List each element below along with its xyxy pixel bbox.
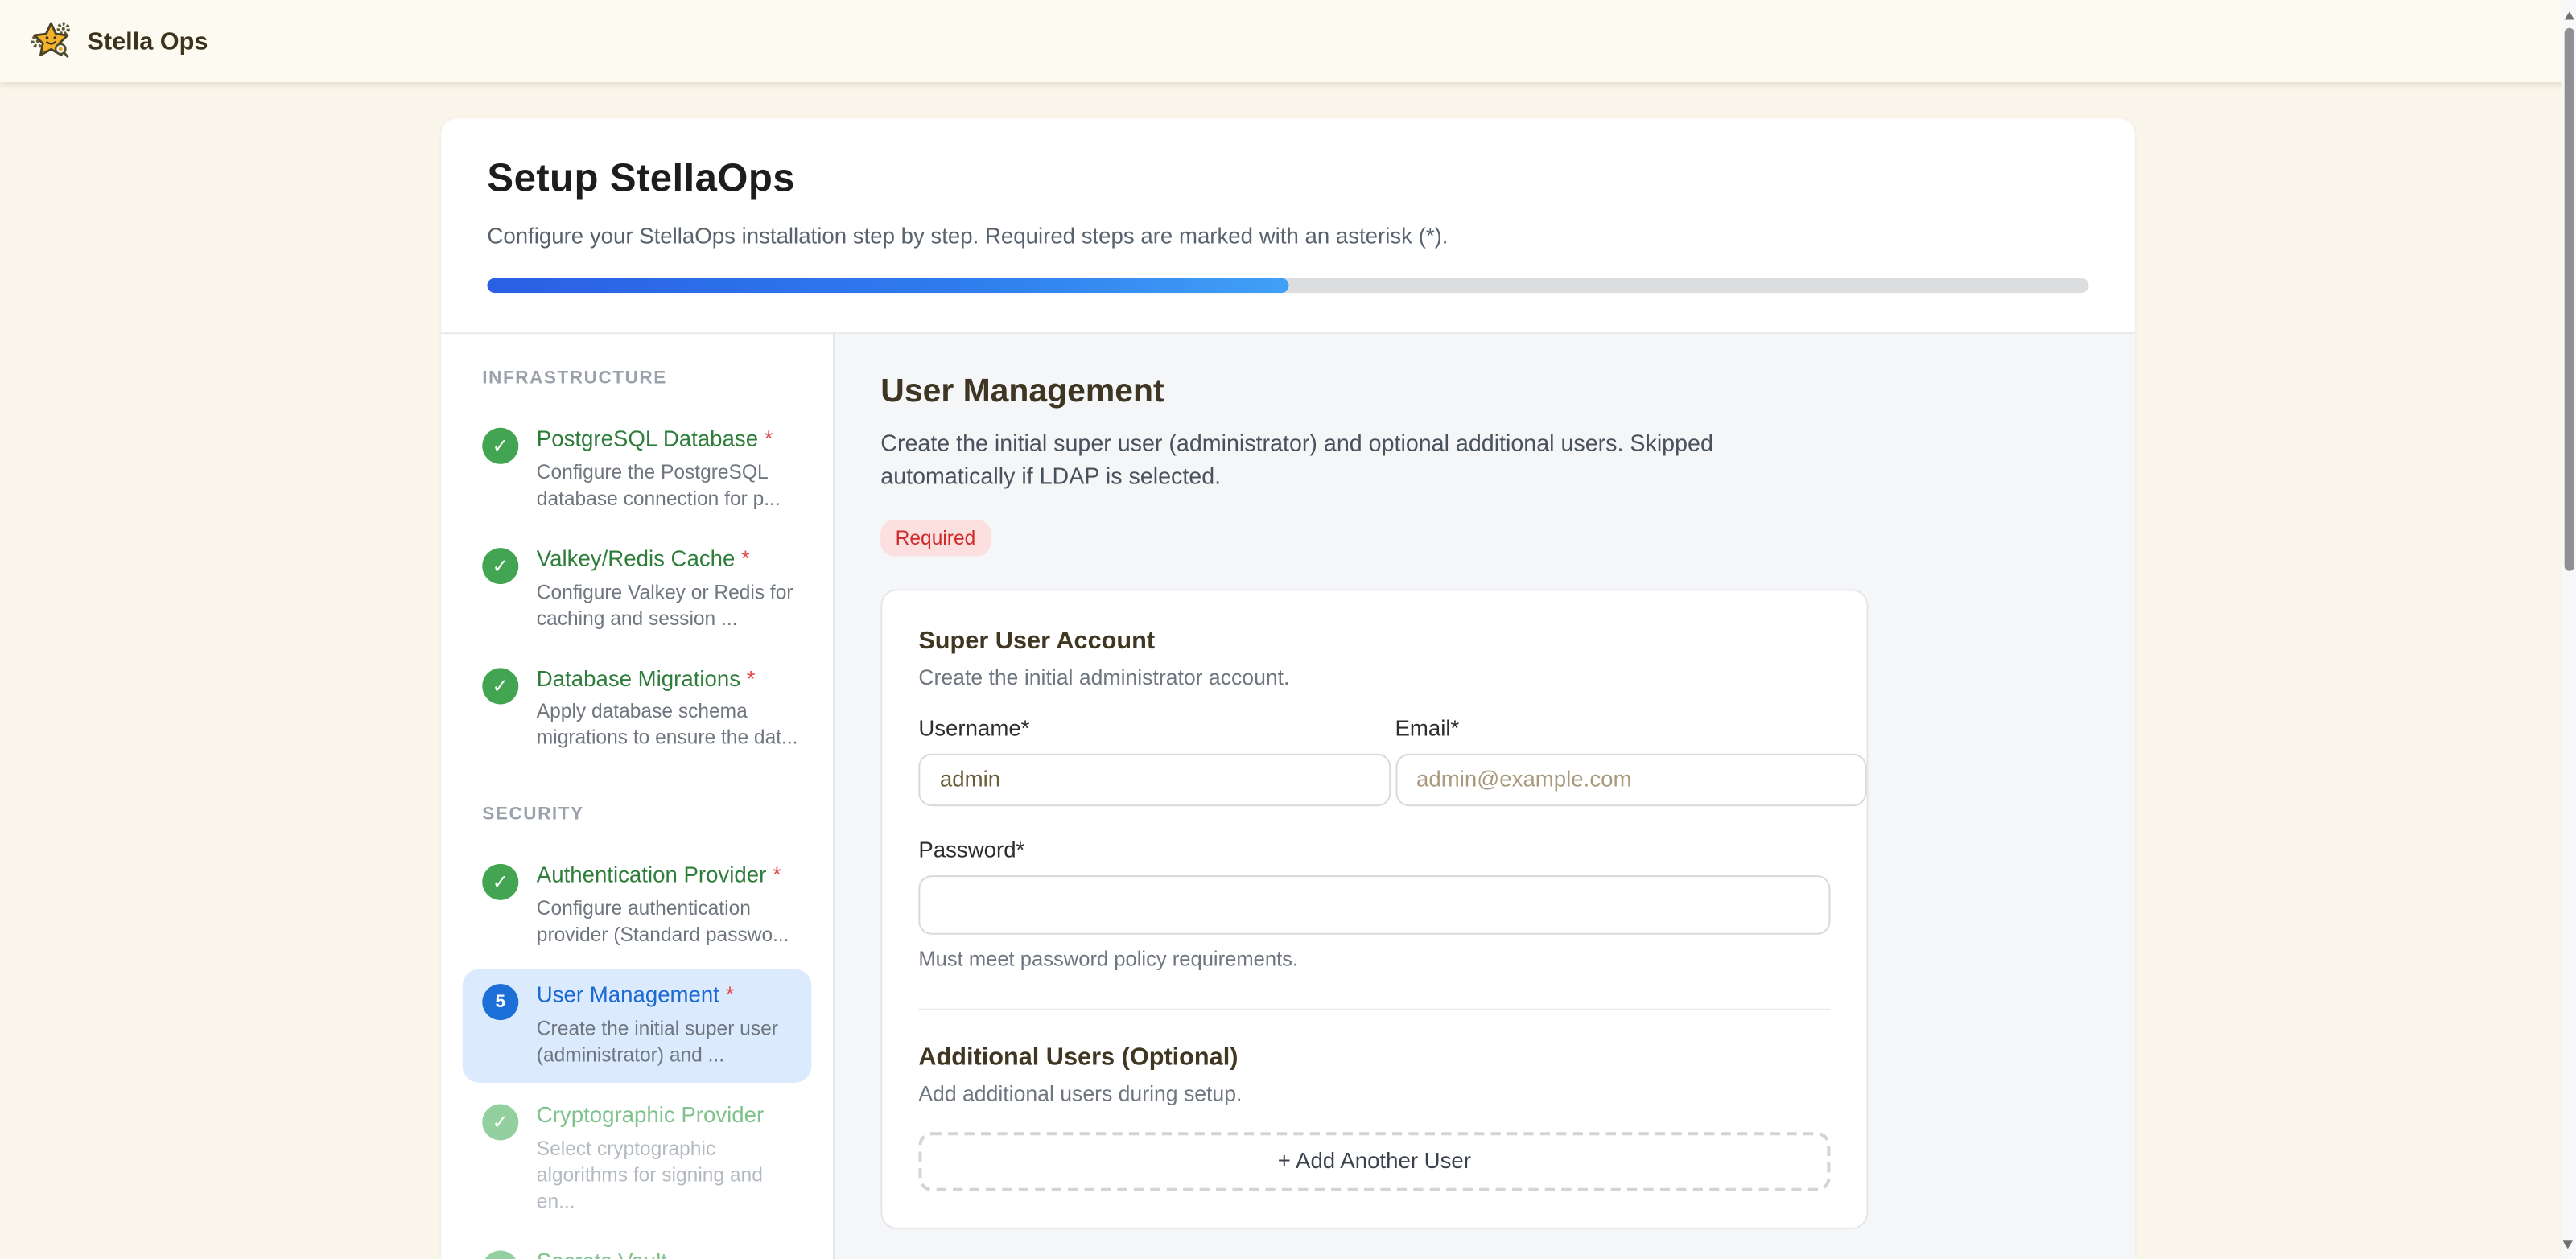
required-asterisk: * <box>766 862 781 887</box>
step-title: Valkey/Redis Cache * <box>537 546 798 574</box>
step-content: User Management Create the initial super… <box>835 334 2135 1259</box>
step-title: Secrets Vault <box>537 1249 798 1259</box>
username-email-row: Username* Email* <box>918 715 1866 805</box>
app-logo-icon <box>30 20 72 63</box>
step-title: Database Migrations * <box>537 665 798 693</box>
brand-name: Stella Ops <box>87 27 208 56</box>
sidebar-step-postgresql-database[interactable]: ✓ PostgreSQL Database * Configure the Post… <box>463 413 812 526</box>
super-user-card: Super User Account Create the initial ad… <box>880 589 1868 1229</box>
sidebar-step-cryptographic-provider[interactable]: ✓ Cryptographic Provider Select cryptograp… <box>463 1089 812 1228</box>
step-text: Valkey/Redis Cache * Configure Valkey or … <box>537 546 798 633</box>
check-circle-icon: ✓ <box>482 1104 518 1140</box>
additional-users-subtitle: Add additional users during setup. <box>918 1080 1830 1105</box>
email-field-group: Email* <box>1395 715 1866 805</box>
top-bar: Stella Ops <box>0 0 2576 82</box>
scroll-down-arrow[interactable] <box>2563 1240 2573 1249</box>
step-description: Create the initial super user (administr… <box>880 428 1778 493</box>
step-text: Secrets VaultConfigure a secrets vault f… <box>537 1249 798 1259</box>
step-text: Cryptographic Provider Select cryptograph… <box>537 1102 798 1216</box>
sidebar-step-user-management[interactable]: 5 User Management * Create the initial sup… <box>463 969 812 1083</box>
step-title: Cryptographic Provider <box>537 1102 798 1130</box>
step-title: Authentication Provider * <box>537 862 798 891</box>
password-label: Password* <box>918 837 1830 862</box>
page-background: Setup StellaOps Configure your StellaOps… <box>0 82 2576 1259</box>
password-hint: Must meet password policy requirements. <box>918 948 1830 971</box>
sidebar-step-authentication-provider[interactable]: ✓ Authentication Provider * Configure auth… <box>463 850 812 963</box>
sidebar-step-valkey-redis-cache[interactable]: ✓ Valkey/Redis Cache * Configure Valkey or… <box>463 533 812 646</box>
required-asterisk: * <box>719 982 734 1007</box>
check-circle-icon: ✓ <box>482 428 518 464</box>
wizard-header: Setup StellaOps Configure your StellaOps… <box>441 118 2135 334</box>
sidebar-step-database-migrations[interactable]: ✓ Database Migrations * Apply database sch… <box>463 652 812 766</box>
app-window: Stella Ops Setup StellaOps Configure you… <box>0 0 2576 1259</box>
email-label: Email* <box>1395 715 1866 740</box>
section-label-security: SECURITY <box>482 805 792 825</box>
wizard-body: INFRASTRUCTURE ✓ PostgreSQL Database * Conf… <box>441 334 2135 1259</box>
username-input[interactable] <box>918 753 1390 805</box>
step-description: Apply database schema migrations to ensu… <box>537 700 798 752</box>
progress-bar <box>487 278 2088 293</box>
step-title: User Management * <box>537 982 798 1010</box>
required-badge: Required <box>880 520 990 556</box>
sidebar-step-secrets-vault[interactable]: ✓ Secrets VaultConfigure a secrets vault … <box>463 1235 812 1259</box>
step-description: Configure authentication provider (Stand… <box>537 897 798 949</box>
page-title: Setup StellaOps <box>487 156 2088 202</box>
add-user-button[interactable]: + Add Another User <box>918 1132 1830 1191</box>
step-title: User Management <box>880 373 2135 411</box>
password-input[interactable] <box>918 875 1830 935</box>
scroll-up-arrow[interactable] <box>2564 11 2574 19</box>
username-field-group: Username* <box>918 715 1390 805</box>
step-text: Database Migrations * Apply database sche… <box>537 665 798 752</box>
required-asterisk: * <box>735 546 749 571</box>
progress-fill <box>487 278 1288 293</box>
step-text: PostgreSQL Database * Configure the Postg… <box>537 426 798 513</box>
section-label-infrastructure: INFRASTRUCTURE <box>482 368 792 389</box>
username-label: Username* <box>918 715 1390 740</box>
steps-sidebar: INFRASTRUCTURE ✓ PostgreSQL Database * Conf… <box>441 334 835 1259</box>
step-description: Create the initial super user (administr… <box>537 1017 798 1069</box>
step-text: Authentication Provider * Configure authe… <box>537 862 798 949</box>
step-text: User Management * Create the initial supe… <box>537 982 798 1069</box>
scrollbar-thumb[interactable] <box>2564 28 2574 571</box>
super-user-card-title: Super User Account <box>918 627 1830 655</box>
email-input[interactable] <box>1395 753 1866 805</box>
card-divider <box>918 1008 1830 1010</box>
step-title: PostgreSQL Database * <box>537 426 798 455</box>
step-number-badge: 5 <box>482 984 518 1020</box>
required-asterisk: * <box>740 665 755 690</box>
step-description: Configure Valkey or Redis for caching an… <box>537 580 798 632</box>
step-description: Select cryptographic algorithms for sign… <box>537 1137 798 1216</box>
additional-users-title: Additional Users (Optional) <box>918 1043 1830 1071</box>
check-circle-icon: ✓ <box>482 865 518 901</box>
check-circle-icon: ✓ <box>482 548 518 584</box>
check-circle-icon: ✓ <box>482 1250 518 1259</box>
check-circle-icon: ✓ <box>482 668 518 704</box>
step-description: Configure the PostgreSQL database connec… <box>537 460 798 512</box>
super-user-card-subtitle: Create the initial administrator account… <box>918 664 1830 689</box>
page-scrollbar[interactable] <box>2562 0 2576 1259</box>
setup-wizard-panel: Setup StellaOps Configure your StellaOps… <box>441 118 2135 1259</box>
page-subtitle: Configure your StellaOps installation st… <box>487 224 2088 249</box>
required-asterisk: * <box>758 426 773 451</box>
